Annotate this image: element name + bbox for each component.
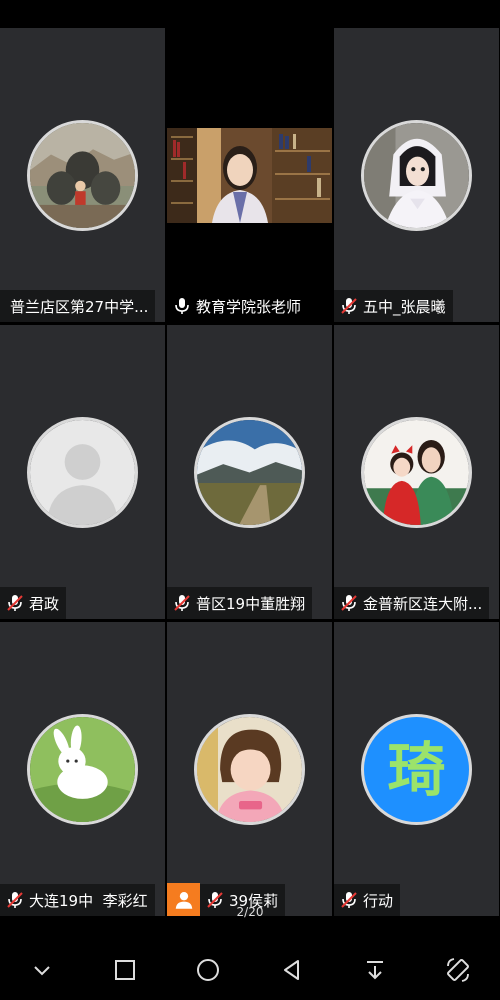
mic-on-icon[interactable]: [172, 296, 192, 316]
participant-tile[interactable]: 大连19中 李彩红: [0, 622, 165, 916]
participant-name: 普区19中董胜翔: [196, 594, 306, 613]
participant-name: 普兰店区第27中学...: [10, 297, 149, 316]
mic-muted-icon[interactable]: [5, 593, 25, 613]
participant-tile[interactable]: 五中_张晨曦: [334, 28, 499, 322]
participant-tile[interactable]: 普兰店区第27中学...: [0, 28, 165, 322]
circle-icon[interactable]: [188, 950, 228, 990]
participant-name: 五中_张晨曦: [363, 297, 446, 316]
mic-muted-icon[interactable]: [339, 296, 359, 316]
avatar-logo-text: 琦: [387, 735, 446, 804]
mic-muted-icon[interactable]: [172, 593, 192, 613]
participant-grid: 普兰店区第27中学... 教育学院张老师 五中_张晨曦 君政 普区19中董胜翔 …: [0, 28, 500, 916]
page-indicator: 2/20: [236, 905, 264, 919]
chevron-down-icon[interactable]: [22, 950, 62, 990]
default-person-icon: [27, 417, 138, 528]
participant-name: 君政: [29, 594, 60, 613]
participant-name-bar: 教育学院张老师: [167, 290, 309, 322]
participant-name-bar: 普兰店区第27中学...: [0, 290, 156, 322]
participant-tile[interactable]: 普区19中董胜翔: [167, 325, 332, 619]
square-icon[interactable]: [105, 950, 145, 990]
statue-icon: [27, 120, 138, 231]
meeting-screen: 普兰店区第27中学... 教育学院张老师 五中_张晨曦 君政 普区19中董胜翔 …: [0, 0, 500, 1000]
doll-icon: [361, 120, 472, 231]
participant-name-bar: 普区19中董胜翔: [167, 587, 313, 619]
participant-tile[interactable]: 教育学院张老师: [167, 28, 332, 322]
system-navbar: [0, 940, 500, 1000]
participant-tile[interactable]: 琦 行动: [334, 622, 499, 916]
participant-name: 金普新区连大附...: [363, 594, 483, 613]
participant-name-bar: 金普新区连大附...: [334, 587, 490, 619]
participant-name: 教育学院张老师: [196, 297, 302, 316]
participant-tile[interactable]: 39侯莉: [167, 622, 332, 916]
participant-tile[interactable]: 金普新区连大附...: [334, 325, 499, 619]
mother-daughter-icon: [361, 417, 472, 528]
mic-muted-icon[interactable]: [339, 593, 359, 613]
rotate-icon[interactable]: [438, 950, 478, 990]
qi-character-icon: 琦: [361, 714, 472, 825]
video-feed: [167, 128, 332, 223]
triangle-back-icon[interactable]: [272, 950, 312, 990]
girl-icon: [194, 714, 305, 825]
landscape-icon: [194, 417, 305, 528]
participant-tile[interactable]: 君政: [0, 325, 165, 619]
rabbit-icon: [27, 714, 138, 825]
participant-name-bar: 君政: [0, 587, 67, 619]
download-arrow-icon[interactable]: [355, 950, 395, 990]
participant-name-bar: 五中_张晨曦: [334, 290, 453, 322]
